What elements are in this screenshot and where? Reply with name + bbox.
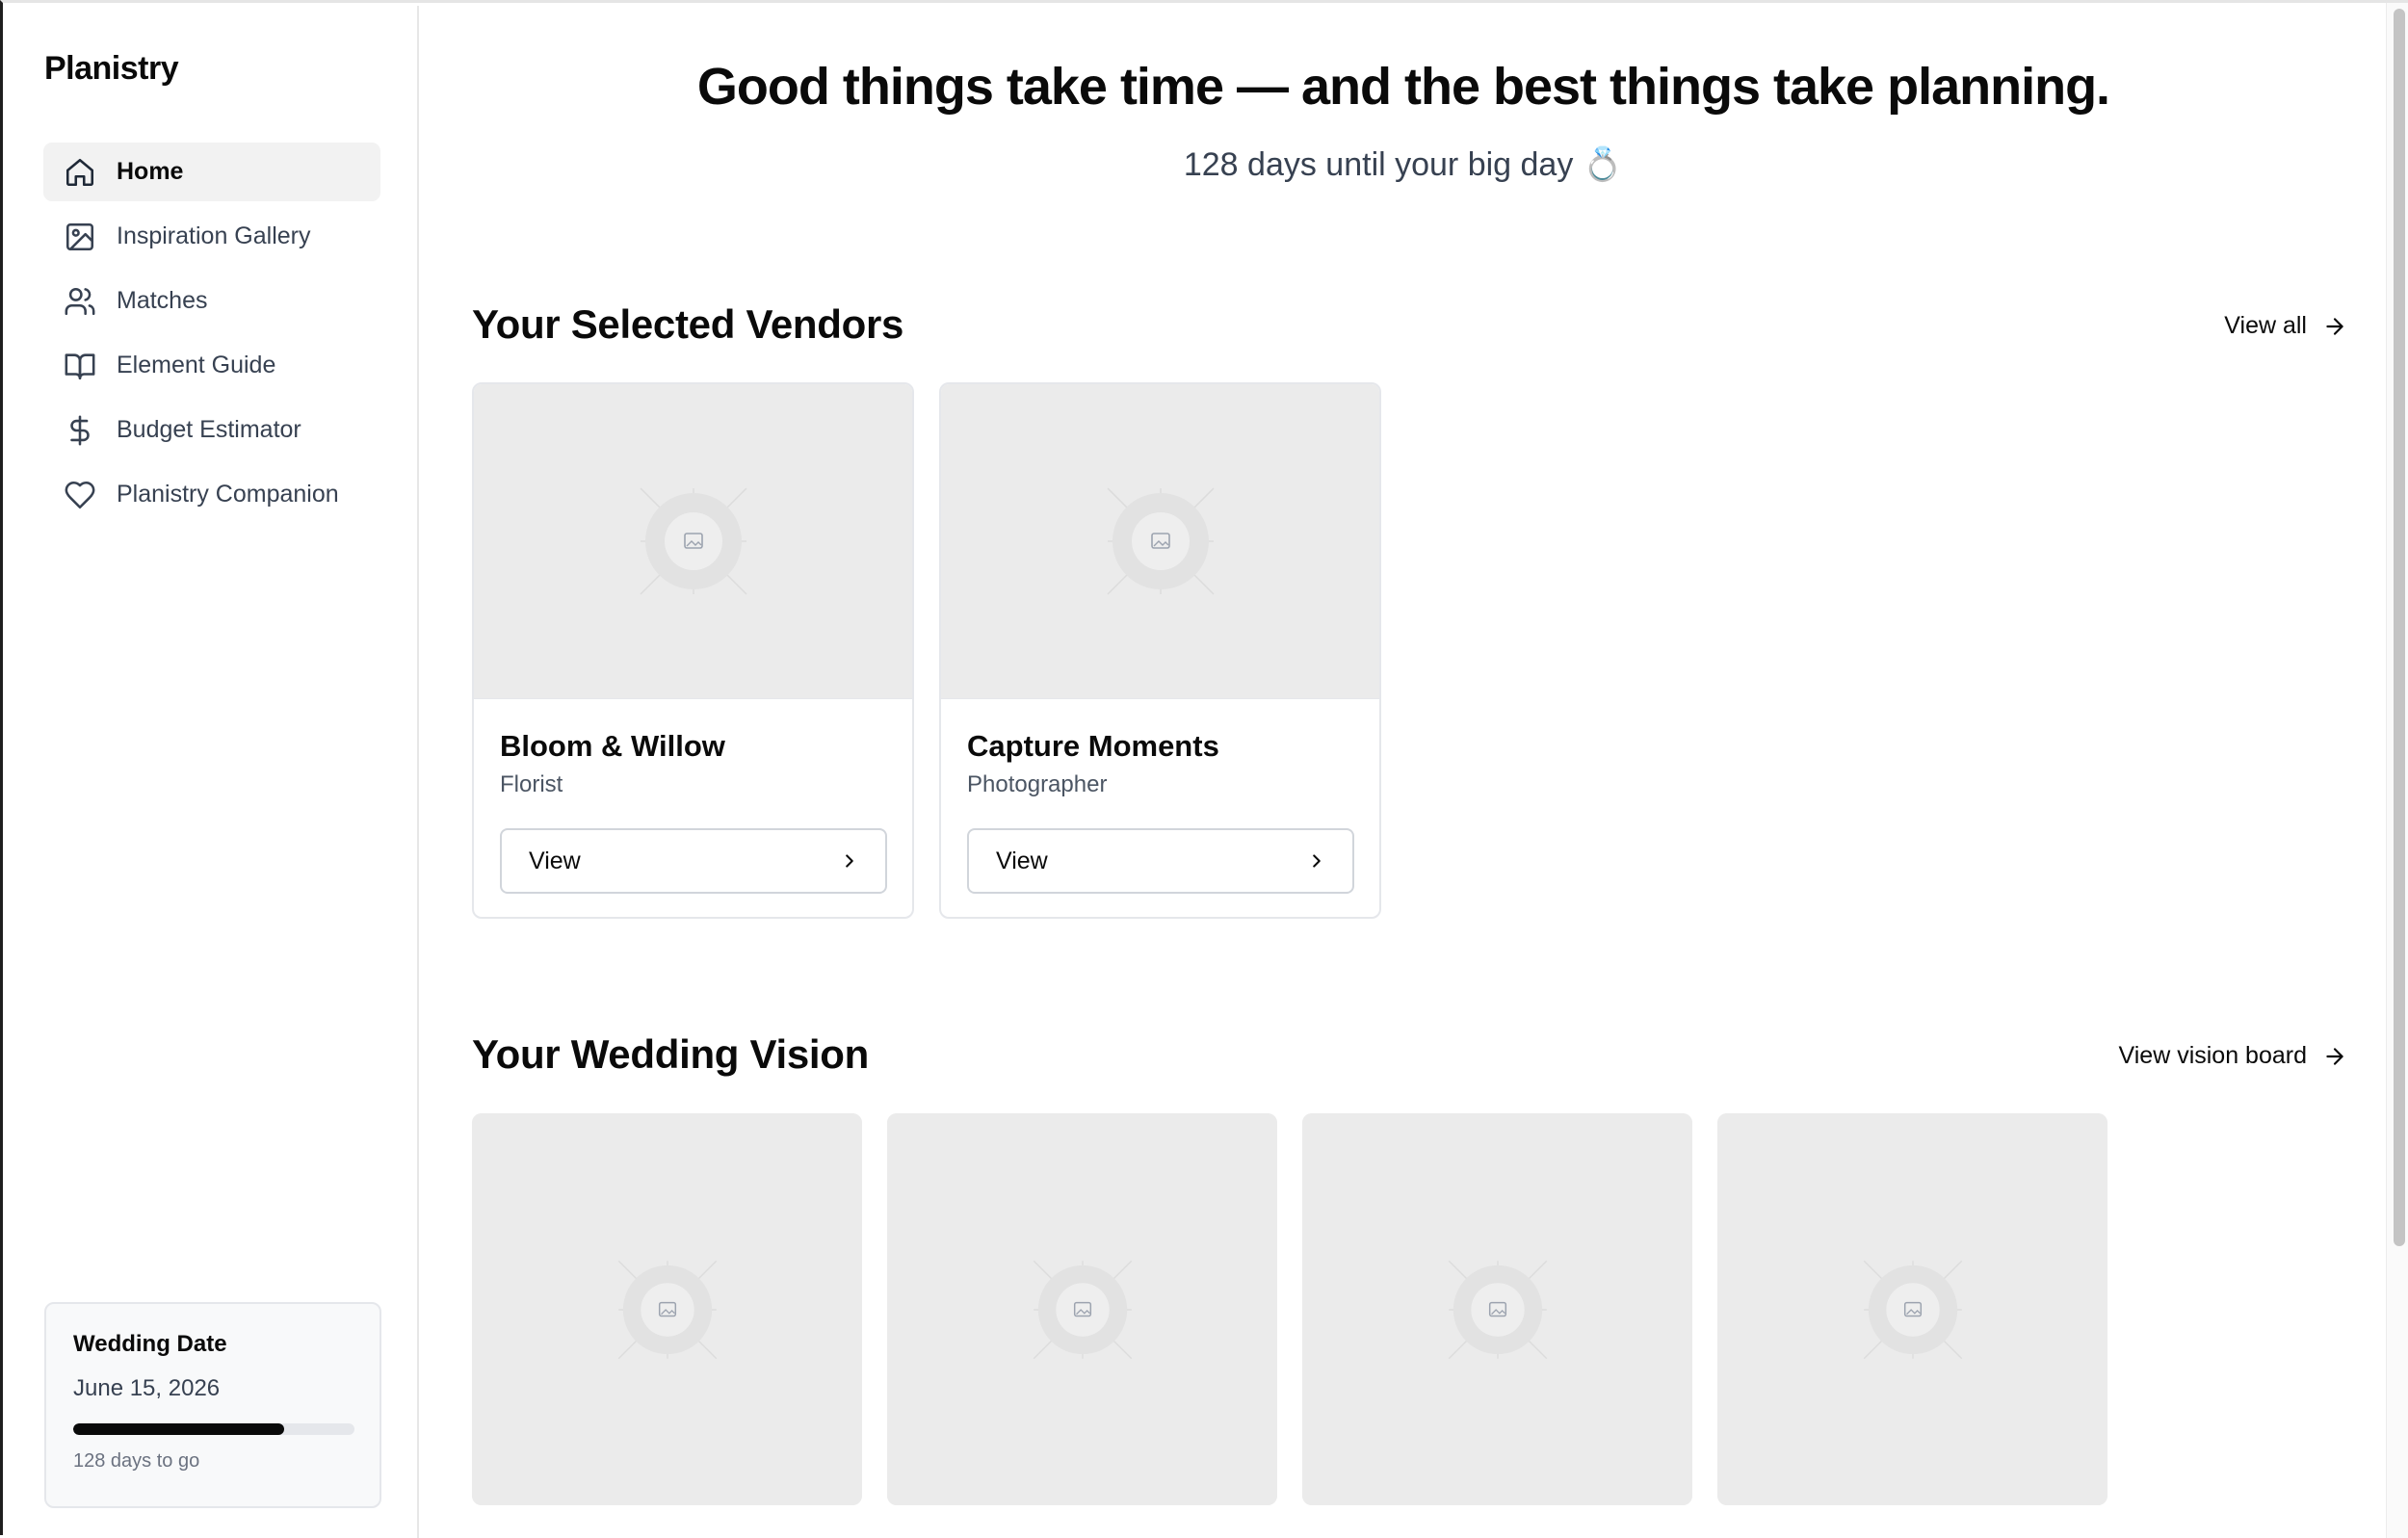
vision-section-title: Your Wedding Vision: [472, 1031, 869, 1077]
view-button-label: View: [996, 847, 1048, 874]
view-vision-board-link[interactable]: View vision board: [2119, 1042, 2347, 1070]
image-placeholder-icon: [617, 1260, 717, 1359]
vendor-name: Bloom & Willow: [500, 729, 725, 763]
vision-image-placeholder: [472, 1113, 862, 1505]
book-open-icon: [63, 349, 97, 383]
arrow-right-icon: [2326, 317, 2343, 335]
sidebar-item-label: Element Guide: [117, 352, 276, 378]
main-content: Good things take time — and the best thi…: [421, 6, 2386, 1538]
app-window: Planistry Home Inspiration Gallery Match…: [0, 0, 2408, 1538]
sidebar-item-label: Home: [117, 158, 184, 185]
sidebar-item-budget-estimator[interactable]: Budget Estimator: [43, 401, 380, 459]
sidebar-item-label: Inspiration Gallery: [117, 222, 311, 249]
vision-image-placeholder: [887, 1113, 1277, 1505]
chevron-right-icon: [846, 854, 853, 868]
heart-icon: [63, 478, 97, 512]
vision-image-placeholder: [1302, 1113, 1692, 1505]
vendor-image-placeholder: [474, 384, 912, 699]
view-button-label: View: [529, 847, 581, 874]
view-all-vendors-link[interactable]: View all: [2224, 312, 2347, 340]
vendors-section-title: Your Selected Vendors: [472, 301, 904, 347]
chevron-right-icon: [1313, 854, 1321, 868]
dollar-icon: [63, 413, 97, 448]
sidebar-nav: Home Inspiration Gallery Matches Element…: [43, 143, 380, 530]
sidebar-item-label: Planistry Companion: [117, 481, 339, 508]
countdown-progress-fill: [73, 1423, 284, 1435]
wedding-date-title: Wedding Date: [73, 1331, 227, 1357]
sidebar-item-label: Matches: [117, 287, 208, 314]
view-all-label: View all: [2224, 312, 2307, 339]
brand-logo[interactable]: Planistry: [44, 50, 179, 88]
vision-image-placeholder: [1717, 1113, 2107, 1505]
image-icon: [63, 220, 97, 254]
vendor-image-placeholder: [941, 384, 1379, 699]
vertical-scrollbar[interactable]: [2386, 3, 2408, 1538]
image-placeholder-icon: [1033, 1260, 1132, 1359]
sidebar-item-home[interactable]: Home: [43, 143, 380, 201]
vendor-name: Capture Moments: [967, 729, 1219, 763]
wedding-date-card: Wedding Date June 15, 2026 128 days to g…: [44, 1302, 381, 1508]
view-vendor-button[interactable]: View: [967, 828, 1354, 894]
home-icon: [63, 155, 97, 190]
vision-tile[interactable]: [887, 1113, 1277, 1505]
sidebar-item-label: Budget Estimator: [117, 416, 301, 443]
vendor-type: Florist: [500, 771, 563, 797]
sidebar-item-inspiration-gallery[interactable]: Inspiration Gallery: [43, 207, 380, 266]
vision-tile[interactable]: [1717, 1113, 2107, 1505]
sidebar-item-planistry-companion[interactable]: Planistry Companion: [43, 465, 380, 524]
scrollbar-thumb[interactable]: [2394, 9, 2405, 1246]
view-vendor-button[interactable]: View: [500, 828, 887, 894]
sidebar: Planistry Home Inspiration Gallery Match…: [6, 6, 419, 1538]
countdown-text: 128 days to go: [73, 1450, 200, 1472]
view-vision-board-label: View vision board: [2118, 1042, 2307, 1069]
hero-subtitle: 128 days until your big day 💍: [1183, 146, 1624, 183]
sidebar-item-matches[interactable]: Matches: [43, 272, 380, 330]
vision-tile[interactable]: [472, 1113, 862, 1505]
users-icon: [63, 284, 97, 319]
sidebar-item-element-guide[interactable]: Element Guide: [43, 336, 380, 395]
arrow-right-icon: [2326, 1047, 2343, 1065]
vision-tile[interactable]: [1302, 1113, 1692, 1505]
wedding-date-value: June 15, 2026: [73, 1375, 221, 1401]
image-placeholder-icon: [639, 487, 747, 595]
countdown-progress-bar: [73, 1423, 354, 1435]
vendor-type: Photographer: [967, 771, 1108, 797]
vendor-card[interactable]: Capture Moments Photographer View: [939, 382, 1381, 919]
image-placeholder-icon: [1448, 1260, 1547, 1359]
image-placeholder-icon: [1106, 487, 1215, 595]
hero-title: Good things take time — and the best thi…: [696, 58, 2110, 116]
vendor-card[interactable]: Bloom & Willow Florist View: [472, 382, 914, 919]
image-placeholder-icon: [1863, 1260, 1962, 1359]
